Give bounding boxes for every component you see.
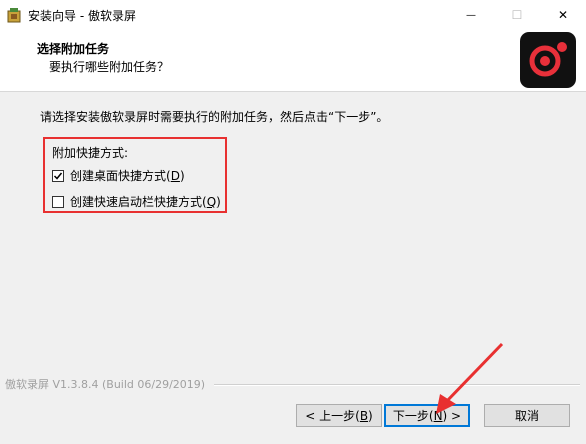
desktop-shortcut-label: 创建桌面快捷方式(D) [70, 169, 185, 183]
wizard-header: 选择附加任务 要执行哪些附加任务？ [0, 30, 586, 92]
checkmark-icon [53, 172, 63, 180]
cancel-button[interactable]: 取消 [484, 404, 570, 427]
desktop-shortcut-option[interactable]: 创建桌面快捷方式(D) [52, 167, 185, 184]
minimize-button[interactable]: — [448, 0, 494, 30]
quicklaunch-shortcut-checkbox[interactable] [52, 195, 64, 208]
quicklaunch-shortcut-option[interactable]: 创建快速启动栏快捷方式(Q) [52, 193, 221, 210]
back-button[interactable]: < 上一步(B) [296, 404, 382, 427]
record-logo-icon [520, 32, 576, 88]
close-button[interactable]: ✕ [540, 0, 586, 30]
installer-app-icon [7, 8, 21, 23]
maximize-icon: ☐ [511, 8, 523, 22]
minimize-icon: — [466, 9, 476, 21]
quicklaunch-shortcut-label: 创建快速启动栏快捷方式(Q) [70, 195, 221, 209]
group-label: 附加快捷方式: [52, 146, 129, 160]
maximize-button[interactable]: ☐ [494, 0, 540, 30]
desktop-shortcut-checkbox[interactable] [52, 169, 64, 182]
version-text: 傲软录屏 V1.3.8.4 (Build 06/29/2019) [5, 378, 206, 391]
window-title: 安装向导 - 傲软录屏 [28, 9, 136, 23]
page-subtitle: 要执行哪些附加任务？ [49, 60, 170, 74]
close-icon: ✕ [557, 8, 569, 22]
footer-divider [214, 384, 580, 386]
instruction-text: 请选择安装傲软录屏时需要执行的附加任务，然后点击“下一步”。 [40, 110, 389, 124]
title-bar: 安装向导 - 傲软录屏 — ☐ ✕ [0, 0, 586, 30]
page-title: 选择附加任务 [37, 42, 110, 56]
wizard-content: 请选择安装傲软录屏时需要执行的附加任务，然后点击“下一步”。 附加快捷方式: 创… [0, 92, 586, 392]
next-button[interactable]: 下一步(N) > [384, 404, 470, 427]
